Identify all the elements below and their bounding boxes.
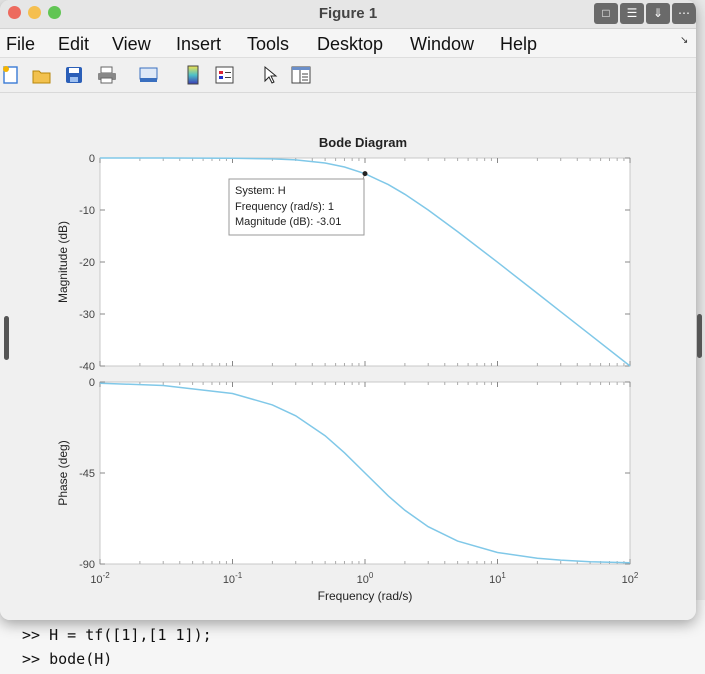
new-figure-icon[interactable] (2, 65, 20, 85)
y-tick-label: 0 (89, 377, 95, 389)
x-tick-label: 10-2 (90, 571, 110, 586)
menu-window[interactable]: Window (410, 34, 474, 55)
print-icon[interactable] (96, 65, 118, 85)
open-file-icon[interactable] (31, 65, 53, 85)
figure-window: Figure 1 □ ☰ ⇓ ⋯ File Edit View Insert T… (0, 0, 696, 620)
datatip-system: System: H (235, 185, 286, 197)
comment-icon[interactable]: □ (594, 3, 618, 24)
chart-title: Bode Diagram (319, 135, 407, 150)
y-tick-label: -10 (79, 205, 95, 217)
figure-toolbar (0, 58, 696, 93)
save-icon[interactable] (64, 65, 84, 85)
menu-desktop[interactable]: Desktop (317, 34, 383, 55)
dock-arrow-icon[interactable]: ↘ (680, 35, 688, 46)
datatip-magnitude: Magnitude (dB): -3.01 (235, 216, 341, 228)
list-icon[interactable]: ☰ (620, 3, 644, 24)
figure-canvas: Bode Diagram 0 -10 -20 -30 -40 Magnitude (dB) 0… (0, 93, 696, 620)
menu-insert[interactable]: Insert (176, 34, 221, 55)
datatip-frequency: Frequency (rad/s): 1 (235, 201, 334, 213)
x-axis-label: Frequency (rad/s) (318, 589, 413, 603)
datatip-marker (362, 171, 368, 177)
command-line: >> bode(H) (22, 650, 113, 668)
menu-file[interactable]: File (6, 34, 35, 55)
resize-handle-right[interactable] (697, 314, 702, 358)
window-title: Figure 1 (318, 5, 378, 22)
y-axis-label: Phase (deg) (56, 440, 70, 505)
more-icon[interactable]: ⋯ (672, 3, 696, 24)
x-tick-label: 100 (357, 571, 374, 586)
menu-view[interactable]: View (112, 34, 151, 55)
title-bar: Figure 1 □ ☰ ⇓ ⋯ (0, 0, 696, 29)
pointer-icon[interactable] (262, 65, 278, 85)
x-tick-label: 101 (489, 571, 506, 586)
colorbar-icon[interactable] (185, 65, 201, 85)
y-tick-label: 0 (89, 153, 95, 165)
resize-handle-left[interactable] (4, 316, 9, 360)
x-tick-label: 10-1 (223, 571, 243, 586)
legend-icon[interactable] (214, 65, 236, 85)
menu-tools[interactable]: Tools (247, 34, 289, 55)
y-tick-label: -30 (79, 309, 95, 321)
x-tick-label: 102 (622, 571, 639, 586)
menu-bar: File Edit View Insert Tools Desktop Wind… (0, 29, 696, 58)
bode-diagram[interactable]: Bode Diagram 0 -10 -20 -30 -40 Magnitude (dB) 0… (0, 93, 696, 620)
command-line: >> H = tf([1],[1 1]); (22, 626, 212, 644)
property-inspector-icon[interactable] (290, 65, 312, 85)
menu-help[interactable]: Help (500, 34, 537, 55)
plot-panel (99, 157, 631, 367)
y-tick-label: -90 (79, 559, 95, 571)
y-tick-label: -20 (79, 257, 95, 269)
y-axis-label: Magnitude (dB) (56, 221, 70, 303)
menu-edit[interactable]: Edit (58, 34, 89, 55)
y-tick-label: -45 (79, 468, 95, 480)
download-icon[interactable]: ⇓ (646, 3, 670, 24)
y-tick-label: -40 (79, 361, 95, 373)
link-plot-icon[interactable] (138, 65, 160, 85)
